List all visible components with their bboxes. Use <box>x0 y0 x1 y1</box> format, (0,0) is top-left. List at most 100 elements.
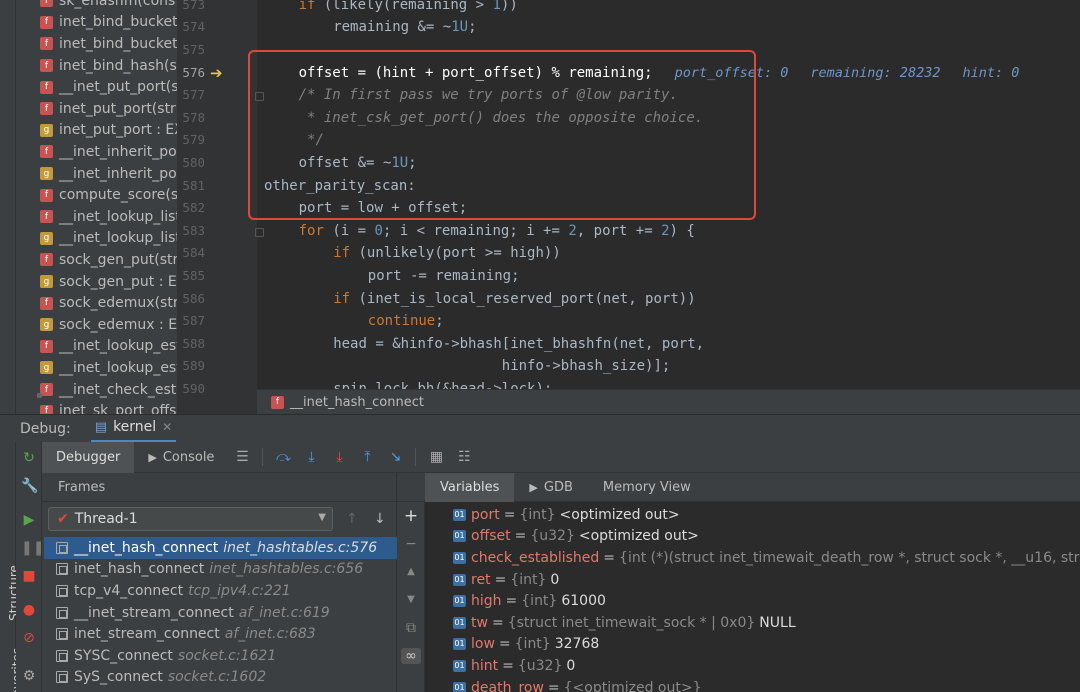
line-number[interactable]: 575 <box>177 39 205 62</box>
structure-item[interactable]: f inet_bind_hash(st <box>16 55 177 77</box>
line-number[interactable]: 589 <box>177 355 205 378</box>
frame-location: tcp_ipv4.c:221 <box>188 582 291 599</box>
stop-icon[interactable]: ■ <box>21 568 37 584</box>
structure-item[interactable]: f __inet_check_esta <box>16 379 177 401</box>
layout-icon[interactable]: ☷ <box>455 448 473 466</box>
variable-row[interactable]: 01 hint = {u32} 0 <box>453 655 575 677</box>
line-number[interactable]: 590 <box>177 378 205 401</box>
structure-item[interactable]: f inet_put_port(stru <box>16 98 177 120</box>
structure-item[interactable]: f compute_score(st <box>16 184 177 206</box>
editor-breadcrumb[interactable]: f __inet_hash_connect <box>257 389 1080 414</box>
line-number[interactable]: 583 <box>177 220 205 243</box>
rerun-icon[interactable]: ↻ <box>21 450 37 466</box>
show-watches-icon[interactable]: ∞ <box>401 648 421 664</box>
next-frame-icon[interactable]: ↓ <box>374 511 386 527</box>
breadcrumb-function[interactable]: __inet_hash_connect <box>290 395 424 410</box>
stack-frame-row[interactable]: inet_hash_connect inet_hashtables.c:656 <box>44 559 397 581</box>
remove-watch-icon[interactable]: − <box>403 536 419 552</box>
run-to-cursor-icon[interactable]: ↘ <box>386 448 404 466</box>
stack-frame-icon <box>56 563 68 576</box>
structure-item[interactable]: f sock_edemux(stru <box>16 292 177 314</box>
structure-item[interactable]: f __inet_lookup_est <box>16 336 177 358</box>
thread-selector[interactable]: ✔ Thread-1 ▼ <box>48 507 333 531</box>
code-editor[interactable]: if (likely(remaining > 1)) remaining &= ~… <box>257 0 1080 414</box>
move-down-icon[interactable]: ▼ <box>403 592 419 608</box>
pause-icon[interactable]: ❚❚ <box>21 540 44 556</box>
variable-row[interactable]: 01 ret = {int} 0 <box>453 569 559 591</box>
function-icon: f <box>37 383 53 399</box>
variable-row[interactable]: 01 death_row = {<optimized out>} <box>453 677 702 692</box>
stack-frame-row[interactable]: SyS_connect socket.c:1602 <box>44 667 397 689</box>
menu-icon[interactable]: ☰ <box>233 448 251 466</box>
close-icon[interactable]: ✕ <box>162 420 172 434</box>
structure-item-label: __inet_put_port(s <box>59 79 177 96</box>
code-token: ) { <box>669 222 695 239</box>
tab-debugger[interactable]: Debugger <box>42 441 135 473</box>
variable-row[interactable]: 01 offset = {u32} <optimized out> <box>453 526 699 548</box>
line-number[interactable]: 586 <box>177 288 205 311</box>
move-up-icon[interactable]: ▲ <box>403 564 419 580</box>
structure-item[interactable]: f inet_bind_bucket <box>16 33 177 55</box>
line-number[interactable]: 578 <box>177 107 205 130</box>
debug-config-tab[interactable]: ▤ kernel ✕ <box>90 415 177 443</box>
stack-frame-row[interactable]: SYSC_connect socket.c:1621 <box>44 645 397 667</box>
view-breakpoints-icon[interactable]: ● <box>21 602 37 618</box>
tab-gdb[interactable]: ▶ GDB <box>514 473 587 502</box>
structure-item[interactable]: f sock_gen_put(stru <box>16 249 177 271</box>
structure-item[interactable]: g sock_gen_put : EX <box>16 271 177 293</box>
duplicate-watch-icon[interactable]: ⧉ <box>403 620 419 636</box>
structure-item[interactable]: g __inet_lookup_list <box>16 228 177 250</box>
variable-row[interactable]: 01 tw = {struct inet_timewait_sock * | 0x0}… <box>453 612 796 634</box>
stack-frame-row[interactable]: __inet_stream_connect af_inet.c:619 <box>44 602 397 624</box>
variable-type: {int} <box>514 636 551 653</box>
stack-frame-row[interactable]: __inet_hash_connect inet_hashtables.c:576 <box>44 537 397 559</box>
line-number[interactable]: 574 <box>177 16 205 39</box>
force-step-into-icon[interactable]: ⤓ <box>330 448 348 466</box>
tab-variables[interactable]: Variables <box>425 472 515 502</box>
stack-frame-row[interactable]: inet_stream_connect af_inet.c:683 <box>44 623 397 645</box>
structure-item[interactable]: f sk_ehashfn(cons <box>16 0 175 12</box>
variable-row[interactable]: 01 check_established = {int (*)(struct inet… <box>453 547 1080 569</box>
line-number[interactable]: 581 <box>177 175 205 198</box>
tab-memory-view[interactable]: Memory View <box>588 473 706 502</box>
code-token: (unlikely(port >= high)) <box>350 245 561 262</box>
structure-item[interactable]: g inet_put_port : EX <box>16 120 177 142</box>
variable-value: NULL <box>759 614 796 631</box>
structure-item[interactable]: f inet_bind_bucket <box>16 12 177 34</box>
structure-item[interactable]: f __inet_lookup_list <box>16 206 177 228</box>
line-number[interactable]: 582 <box>177 197 205 220</box>
step-into-icon[interactable]: ⤓ <box>302 448 320 466</box>
evaluate-expression-icon[interactable]: ▦ <box>427 448 445 466</box>
structure-item[interactable]: f __inet_inherit_por <box>16 141 177 163</box>
mute-breakpoints-icon[interactable]: ⊘ <box>21 630 37 646</box>
structure-item[interactable]: f inet_sk_port_offs <box>16 400 176 414</box>
variable-row[interactable]: 01 low = {int} 32768 <box>453 634 599 656</box>
line-number[interactable]: 577 <box>177 84 205 107</box>
settings-wrench-icon[interactable]: 🔧 <box>21 478 38 494</box>
variable-row[interactable]: 01 high = {int} 61000 <box>453 590 606 612</box>
stack-frame-row[interactable]: tcp_v4_connect tcp_ipv4.c:221 <box>44 580 397 602</box>
line-number[interactable]: 580 <box>177 152 205 175</box>
previous-frame-icon[interactable]: ↑ <box>346 511 358 527</box>
structure-item[interactable]: f __inet_put_port(s <box>16 76 177 98</box>
line-number[interactable]: 584 <box>177 242 205 265</box>
structure-item[interactable]: g __inet_inherit_por <box>16 163 177 185</box>
fold-marker-icon[interactable] <box>255 92 264 102</box>
resume-icon[interactable]: ▶ <box>21 512 37 528</box>
line-number[interactable]: 588 <box>177 333 205 356</box>
structure-item[interactable]: g sock_edemux : EX <box>16 314 177 336</box>
line-number[interactable]: 587 <box>177 310 205 333</box>
step-over-icon[interactable]: ⤼ <box>274 448 292 466</box>
tab-console[interactable]: ▶ Console <box>134 442 228 473</box>
line-number[interactable]: 585 <box>177 265 205 288</box>
line-number[interactable]: 576 <box>177 62 205 85</box>
step-out-icon[interactable]: ⤒ <box>358 448 376 466</box>
memory-tab-label: Memory View <box>602 479 691 495</box>
structure-item[interactable]: g __inet_lookup_est <box>16 357 177 379</box>
add-watch-icon[interactable]: + <box>403 508 419 525</box>
gear-icon[interactable]: ⚙ <box>21 668 37 684</box>
fold-marker-icon[interactable] <box>255 227 264 237</box>
line-number[interactable]: 579 <box>177 129 205 152</box>
variable-row[interactable]: 01 port = {int} <optimized out> <box>453 504 680 526</box>
line-number[interactable]: 573 <box>177 0 205 16</box>
